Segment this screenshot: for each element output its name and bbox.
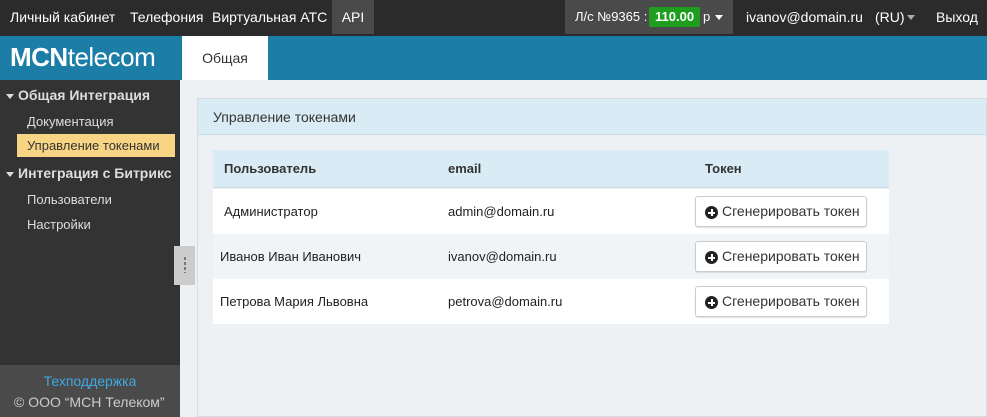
- user-email: ivanov@domain.ru: [448, 249, 557, 264]
- user-email: admin@domain.ru: [448, 204, 555, 219]
- nav-personal-account[interactable]: Личный кабинет: [10, 0, 115, 34]
- generate-token-button[interactable]: Сгенерировать токен: [695, 286, 867, 317]
- account-number: Л/с №9365 :: [575, 9, 648, 24]
- panel-title: Управление токенами: [213, 109, 356, 125]
- account-balance-dropdown[interactable]: Л/с №9365 : 110.00 р: [565, 0, 733, 34]
- language-label: (RU): [875, 9, 905, 25]
- caret-down-icon: [715, 15, 723, 20]
- sidebar-item-settings[interactable]: Настройки: [17, 213, 175, 236]
- table-header: Пользователь email Токен: [213, 150, 889, 188]
- table-row: Иванов Иван Иванович ivanov@domain.ru Сг…: [213, 234, 889, 279]
- user-email: ivanov@domain.ru: [746, 9, 863, 25]
- generate-token-button[interactable]: Сгенерировать токен: [695, 241, 867, 272]
- language-dropdown[interactable]: (RU): [875, 0, 905, 34]
- tab-strip: Общая: [180, 36, 987, 80]
- nav-api[interactable]: API: [332, 0, 374, 34]
- table-row: Петрова Мария Львовна petrova@domain.ru …: [213, 279, 889, 324]
- table-row: Администратор admin@domain.ru Сгенериров…: [213, 189, 889, 234]
- tab-general[interactable]: Общая: [182, 36, 268, 80]
- sidebar-footer: Техподдержка © ООО “МСН Телеком”: [0, 365, 180, 417]
- sidebar-item-users[interactable]: Пользователи: [17, 188, 175, 211]
- currency-label: р: [703, 9, 711, 24]
- user-name: Администратор: [224, 204, 318, 219]
- column-header-user: Пользователь: [224, 161, 317, 176]
- panel-header: Управление токенами: [198, 99, 986, 135]
- triangle-down-icon: [6, 93, 14, 99]
- user-name: Петрова Мария Львовна: [220, 294, 369, 309]
- generate-token-button[interactable]: Сгенерировать токен: [695, 196, 867, 227]
- sidebar-item-documentation[interactable]: Документация: [17, 110, 175, 133]
- column-header-token: Токен: [705, 161, 742, 176]
- nav-virtual-pbx[interactable]: Виртуальная АТС: [212, 0, 327, 34]
- sidebar: MCNtelecom Общая Интеграция Документация…: [0, 36, 180, 417]
- drag-handle-icon[interactable]: [174, 246, 195, 285]
- support-link[interactable]: Техподдержка: [0, 373, 180, 389]
- copyright: © ООО “МСН Телеком”: [14, 394, 165, 410]
- user-name: Иванов Иван Иванович: [220, 249, 362, 264]
- plus-circle-icon: [705, 296, 718, 309]
- logo-bar: MCNtelecom: [0, 36, 180, 80]
- balance-badge: 110.00: [649, 7, 701, 27]
- sidebar-group-general-integration[interactable]: Общая Интеграция: [6, 87, 150, 103]
- triangle-down-icon: [6, 171, 14, 177]
- logo[interactable]: MCNtelecom: [10, 42, 156, 73]
- sidebar-item-token-management[interactable]: Управление токенами: [17, 134, 175, 157]
- user-email: petrova@domain.ru: [448, 294, 563, 309]
- sidebar-group-bitrix-integration[interactable]: Интеграция с Битрикс: [6, 165, 172, 181]
- column-header-email: email: [448, 161, 482, 176]
- nav-telephony[interactable]: Телефония: [130, 0, 203, 34]
- plus-circle-icon: [705, 251, 718, 264]
- user-email-dropdown[interactable]: ivanov@domain.ru: [746, 0, 863, 34]
- caret-down-icon: [907, 15, 915, 20]
- logout-link[interactable]: Выход: [936, 0, 978, 34]
- top-navbar: Личный кабинет Телефония Виртуальная АТС…: [0, 0, 987, 36]
- plus-circle-icon: [705, 206, 718, 219]
